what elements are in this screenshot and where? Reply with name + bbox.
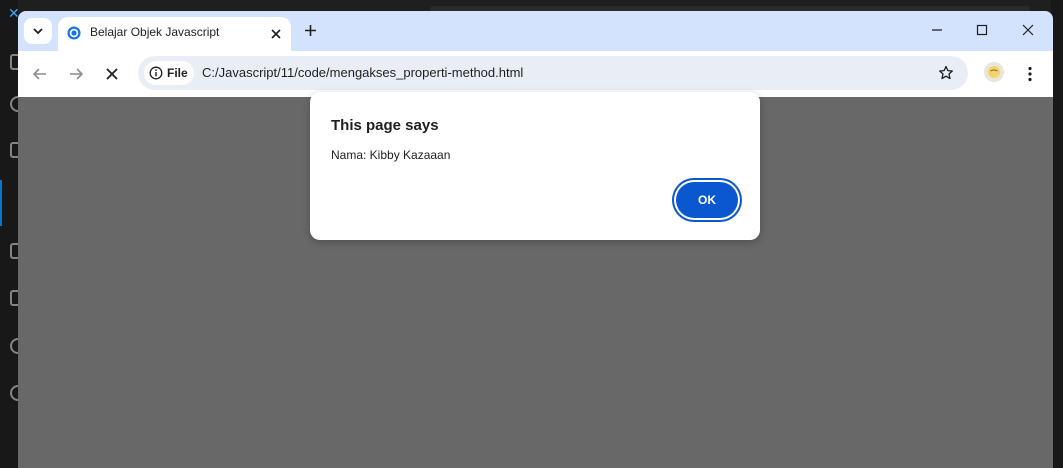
minimize-button[interactable]: [914, 15, 960, 45]
star-icon: [939, 65, 953, 80]
maximize-button[interactable]: [959, 15, 1005, 45]
arrow-left-icon: [32, 68, 46, 80]
kebab-menu-icon: [1028, 66, 1032, 82]
maximize-icon: [976, 24, 988, 36]
chrome-icon: [67, 26, 81, 40]
stop-icon: [106, 68, 118, 80]
plus-icon: [304, 24, 316, 36]
profile-icon: [988, 66, 1000, 78]
vscode-activity-bar: ✕: [0, 0, 26, 468]
back-button[interactable]: [29, 63, 51, 85]
tab-strip: Belajar Objek Javascript: [18, 11, 1053, 51]
forward-button[interactable]: [65, 63, 87, 85]
new-tab-button[interactable]: [299, 19, 321, 41]
address-bar[interactable]: File C:/Javascript/11/code/mengakses_pro…: [138, 56, 968, 90]
dialog-message: Nama: Kibby Kazaaan: [331, 148, 451, 162]
arrow-right-icon: [70, 68, 84, 80]
close-icon: [271, 29, 281, 39]
tab-title: Belajar Objek Javascript: [90, 25, 220, 39]
browser-window: Belajar Objek Javascript File C:/Javascr…: [18, 11, 1053, 468]
chevron-down-icon: [33, 28, 43, 35]
tab-search-button[interactable]: [24, 18, 52, 44]
browser-toolbar: File C:/Javascript/11/code/mengakses_pro…: [18, 51, 1053, 97]
info-icon: [149, 66, 163, 80]
stop-button[interactable]: [101, 63, 123, 85]
dialog-title: This page says: [331, 117, 439, 134]
tab-close-button[interactable]: [267, 25, 285, 43]
url-text[interactable]: C:/Javascript/11/code/mengakses_properti…: [202, 65, 523, 80]
tab-active[interactable]: Belajar Objek Javascript: [58, 17, 291, 51]
site-info-chip[interactable]: File: [144, 61, 194, 85]
minimize-icon: [932, 29, 942, 31]
window-close-button[interactable]: [1005, 15, 1051, 45]
alert-dialog: This page says Nama: Kibby Kazaaan OK: [310, 92, 760, 240]
active-indicator: [0, 180, 2, 226]
ok-button[interactable]: OK: [674, 180, 740, 220]
close-icon: [1022, 24, 1034, 36]
bookmark-button[interactable]: [936, 63, 956, 83]
avatar[interactable]: [984, 62, 1004, 82]
site-chip-label: File: [167, 66, 188, 80]
browser-menu-button[interactable]: [1020, 63, 1040, 85]
